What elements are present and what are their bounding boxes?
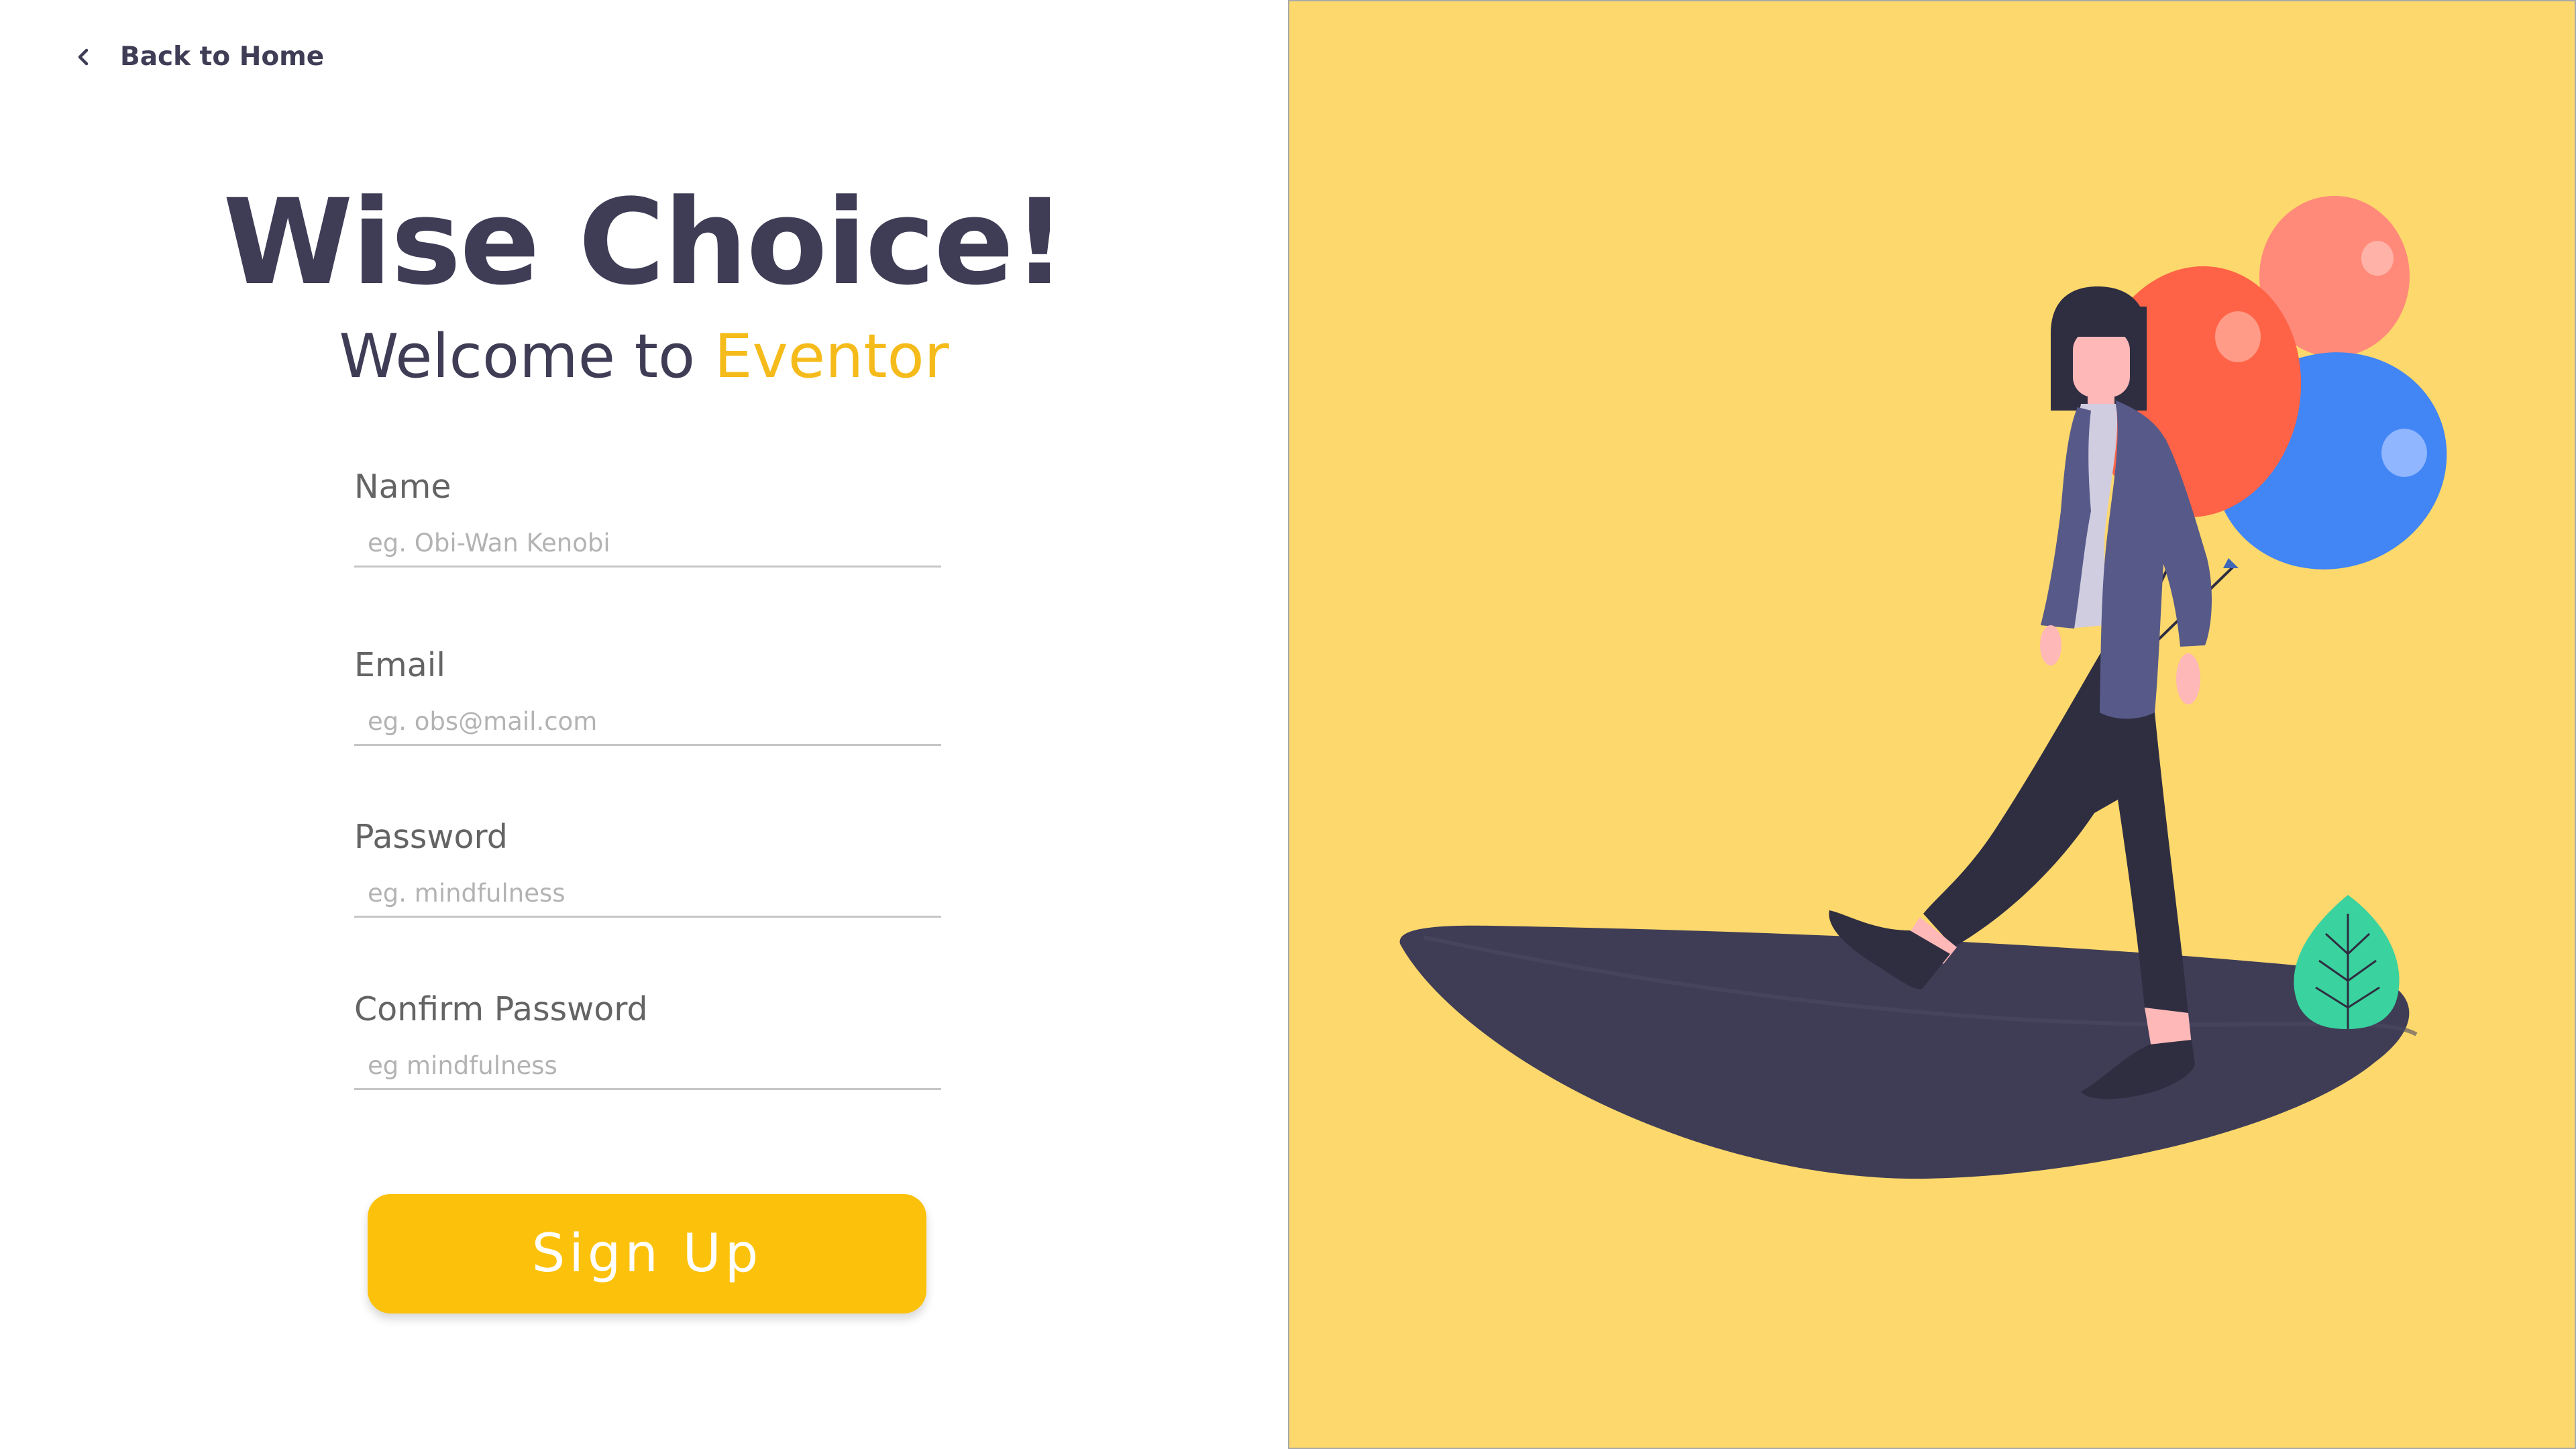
name-field-group: Name bbox=[354, 468, 941, 568]
welcome-prefix: Welcome to bbox=[339, 321, 714, 392]
chevron-left-icon bbox=[78, 48, 89, 65]
email-label: Email bbox=[354, 646, 445, 684]
woman-face bbox=[2073, 330, 2130, 397]
confirm-password-label: Confirm Password bbox=[354, 990, 648, 1028]
name-label: Name bbox=[354, 468, 451, 506]
page-title: Wise Choice! bbox=[223, 174, 1067, 311]
password-field-group: Password bbox=[354, 818, 941, 918]
back-to-home-label: Back to Home bbox=[120, 42, 325, 72]
sign-up-button[interactable]: Sign Up bbox=[368, 1194, 926, 1313]
leaf-plant bbox=[2294, 895, 2400, 1029]
signup-page: Back to Home Wise Choice! Welcome to Eve… bbox=[0, 0, 2576, 1449]
password-input[interactable] bbox=[354, 871, 941, 918]
woman-hand bbox=[2176, 653, 2200, 704]
name-input[interactable] bbox=[354, 521, 941, 568]
email-input[interactable] bbox=[354, 699, 941, 746]
back-to-home-link[interactable]: Back to Home bbox=[70, 42, 324, 72]
illustration-panel bbox=[1288, 0, 2576, 1449]
woman-with-balloons-illustration bbox=[1399, 196, 2447, 1179]
confirm-password-input[interactable] bbox=[354, 1043, 941, 1090]
confirm-password-field-group: Confirm Password bbox=[354, 990, 941, 1090]
signup-form-panel: Back to Home Wise Choice! Welcome to Eve… bbox=[0, 0, 1288, 1449]
password-label: Password bbox=[354, 818, 508, 856]
brand-name: Eventor bbox=[714, 321, 949, 392]
email-field-group: Email bbox=[354, 646, 941, 746]
welcome-subtitle: Welcome to Eventor bbox=[0, 321, 1288, 393]
